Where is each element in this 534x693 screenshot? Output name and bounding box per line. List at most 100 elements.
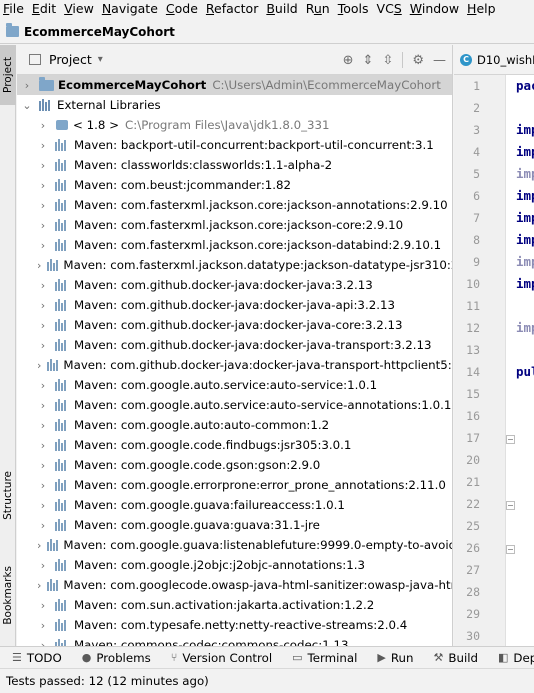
expand-all-icon[interactable]: ⇕ bbox=[363, 53, 374, 68]
menu-tools[interactable]: Tools bbox=[335, 0, 374, 17]
chevron-right-icon[interactable]: › bbox=[37, 619, 49, 632]
menu-build[interactable]: Build bbox=[263, 0, 302, 17]
tree-row-maven-library[interactable]: › Maven: com.fasterxml.jackson.core:jacks… bbox=[17, 235, 452, 255]
tree-row-maven-library[interactable]: › Maven: com.google.j2objc:j2objc-annotat… bbox=[17, 555, 452, 575]
tree-row-maven-library[interactable]: › Maven: com.sun.activation:jakarta.activ… bbox=[17, 595, 452, 615]
maven-library-icon bbox=[55, 279, 69, 291]
tool-window-todo[interactable]: ☰ TODO bbox=[12, 651, 62, 665]
editor-tab[interactable]: C D10_wishL bbox=[460, 53, 534, 67]
chevron-right-icon[interactable]: › bbox=[37, 279, 49, 292]
maven-library-icon bbox=[55, 479, 69, 491]
chevron-right-icon[interactable]: › bbox=[37, 559, 49, 572]
tree-row-jdk[interactable]: › < 1.8 > C:\Program Files\Java\jdk1.8.0… bbox=[17, 115, 452, 135]
status-text[interactable]: Tests passed: 12 (12 minutes ago) bbox=[6, 674, 209, 688]
tool-window-build[interactable]: ⚒ Build bbox=[434, 651, 479, 665]
locate-icon[interactable]: ⊕ bbox=[343, 53, 354, 68]
chevron-right-icon[interactable]: › bbox=[37, 119, 49, 132]
maven-library-label: Maven: com.googlecode.owasp-java-html-sa… bbox=[63, 578, 453, 592]
project-panel-title[interactable]: Project bbox=[49, 52, 92, 67]
maven-library-label: Maven: com.google.auto:auto-common:1.2 bbox=[74, 418, 330, 432]
menu-file[interactable]: File bbox=[0, 0, 29, 17]
chevron-right-icon[interactable]: › bbox=[37, 519, 49, 532]
maven-library-icon bbox=[55, 599, 69, 611]
tree-row-maven-library[interactable]: › Maven: com.google.guava:failureaccess:1… bbox=[17, 495, 452, 515]
chevron-right-icon[interactable]: › bbox=[37, 459, 49, 472]
tree-row-maven-library[interactable]: › Maven: classworlds:classworlds:1.1-alph… bbox=[17, 155, 452, 175]
chevron-right-icon[interactable]: › bbox=[37, 399, 49, 412]
chevron-right-icon[interactable]: › bbox=[37, 439, 49, 452]
tree-row-maven-library[interactable]: › Maven: com.github.docker-java:docker-ja… bbox=[17, 335, 452, 355]
menu-navigate[interactable]: Navigate bbox=[99, 0, 163, 17]
chevron-right-icon[interactable]: › bbox=[37, 639, 49, 647]
menu-view[interactable]: View bbox=[61, 0, 99, 17]
tool-window-bar: ☰ TODO ● Problems ⑂ Version Control ▭ Terminal ▶… bbox=[0, 646, 534, 668]
menu-refactor[interactable]: Refactor bbox=[203, 0, 263, 17]
tool-window-dependencies[interactable]: ◧ Dep bbox=[498, 651, 534, 665]
chevron-right-icon[interactable]: › bbox=[37, 499, 49, 512]
tree-row-maven-library[interactable]: › Maven: com.google.code.gson:gson:2.9.0 bbox=[17, 455, 452, 475]
chevron-down-icon[interactable]: ⌄ bbox=[21, 99, 33, 112]
tree-row-maven-library[interactable]: › Maven: backport-util-concurrent:backpor… bbox=[17, 135, 452, 155]
chevron-right-icon[interactable]: › bbox=[37, 179, 49, 192]
chevron-right-icon[interactable]: › bbox=[37, 239, 49, 252]
menu-run[interactable]: Run bbox=[303, 0, 335, 17]
side-tab-bookmarks[interactable]: Bookmarks bbox=[0, 555, 16, 635]
tree-row-maven-library[interactable]: › Maven: com.beust:jcommander:1.82 bbox=[17, 175, 452, 195]
menu-help[interactable]: Help bbox=[464, 0, 501, 17]
maven-library-label: Maven: com.google.code.findbugs:jsr305:3… bbox=[74, 438, 352, 452]
tree-row-maven-library[interactable]: › Maven: com.googlecode.owasp-java-html-s… bbox=[17, 575, 452, 595]
chevron-right-icon[interactable]: › bbox=[37, 359, 41, 372]
chevron-right-icon[interactable]: › bbox=[37, 339, 49, 352]
tree-row-maven-library[interactable]: › Maven: com.github.docker-java:docker-ja… bbox=[17, 275, 452, 295]
chevron-right-icon[interactable]: › bbox=[37, 319, 49, 332]
chevron-right-icon[interactable]: › bbox=[37, 539, 41, 552]
side-tab-project[interactable]: Project bbox=[0, 45, 16, 105]
chevron-down-icon[interactable]: ▾ bbox=[98, 54, 103, 65]
tool-window-terminal[interactable]: ▭ Terminal bbox=[292, 651, 357, 665]
tree-row-project-root[interactable]: › EcommerceMayCohort C:\Users\Admin\Ecom… bbox=[17, 75, 452, 95]
chevron-right-icon[interactable]: › bbox=[37, 299, 49, 312]
tree-row-maven-library[interactable]: › Maven: com.google.guava:guava:31.1-jre bbox=[17, 515, 452, 535]
tree-row-maven-library[interactable]: › Maven: com.google.auto:auto-common:1.2 bbox=[17, 415, 452, 435]
chevron-right-icon[interactable]: › bbox=[37, 159, 49, 172]
tree-row-maven-library[interactable]: › Maven: com.typesafe.netty:netty-reactiv… bbox=[17, 615, 452, 635]
maven-library-icon bbox=[55, 519, 69, 531]
menu-vcs[interactable]: VCS bbox=[374, 0, 407, 17]
tree-row-maven-library[interactable]: › Maven: com.fasterxml.jackson.datatype:j… bbox=[17, 255, 452, 275]
chevron-right-icon[interactable]: › bbox=[37, 219, 49, 232]
code-area[interactable]: pac imp imp imp imp imp imp imp imp imp pul bbox=[454, 75, 534, 646]
hide-icon[interactable]: — bbox=[433, 53, 446, 68]
chevron-right-icon[interactable]: › bbox=[37, 419, 49, 432]
tree-row-maven-library[interactable]: › Maven: com.fasterxml.jackson.core:jacks… bbox=[17, 195, 452, 215]
tree-row-maven-library[interactable]: › Maven: com.github.docker-java:docker-ja… bbox=[17, 315, 452, 335]
tree-row-external-libraries[interactable]: ⌄ External Libraries bbox=[17, 95, 452, 115]
tree-row-maven-library[interactable]: › Maven: commons-codec:commons-codec:1.13 bbox=[17, 635, 452, 646]
side-tab-structure[interactable]: Structure bbox=[0, 465, 16, 525]
tool-window-version-control[interactable]: ⑂ Version Control bbox=[171, 651, 272, 665]
chevron-right-icon[interactable]: › bbox=[37, 139, 49, 152]
breadcrumb-project[interactable]: EcommerceMayCohort bbox=[24, 25, 175, 39]
tool-window-problems[interactable]: ● Problems bbox=[82, 651, 151, 665]
project-root-path: C:\Users\Admin\EcommerceMayCohort bbox=[212, 78, 441, 92]
tree-row-maven-library[interactable]: › Maven: com.google.auto.service:auto-ser… bbox=[17, 375, 452, 395]
tool-window-run[interactable]: ▶ Run bbox=[377, 651, 413, 665]
gear-icon[interactable]: ⚙ bbox=[412, 53, 424, 68]
tree-row-maven-library[interactable]: › Maven: com.google.code.findbugs:jsr305:… bbox=[17, 435, 452, 455]
tree-row-maven-library[interactable]: › Maven: com.github.docker-java:docker-ja… bbox=[17, 355, 452, 375]
chevron-right-icon[interactable]: › bbox=[37, 379, 49, 392]
tree-row-maven-library[interactable]: › Maven: com.google.guava:listenablefutur… bbox=[17, 535, 452, 555]
chevron-right-icon[interactable]: › bbox=[37, 199, 49, 212]
tree-row-maven-library[interactable]: › Maven: com.fasterxml.jackson.core:jacks… bbox=[17, 215, 452, 235]
chevron-right-icon[interactable]: › bbox=[37, 599, 49, 612]
tree-row-maven-library[interactable]: › Maven: com.github.docker-java:docker-ja… bbox=[17, 295, 452, 315]
chevron-right-icon[interactable]: › bbox=[37, 579, 41, 592]
menu-window[interactable]: Window bbox=[407, 0, 464, 17]
chevron-right-icon[interactable]: › bbox=[37, 479, 49, 492]
menu-code[interactable]: Code bbox=[163, 0, 203, 17]
chevron-right-icon[interactable]: › bbox=[37, 259, 41, 272]
tree-row-maven-library[interactable]: › Maven: com.google.auto.service:auto-ser… bbox=[17, 395, 452, 415]
chevron-right-icon[interactable]: › bbox=[21, 79, 33, 92]
collapse-all-icon[interactable]: ⇳ bbox=[382, 53, 393, 68]
menu-edit[interactable]: Edit bbox=[29, 0, 61, 17]
tree-row-maven-library[interactable]: › Maven: com.google.errorprone:error_pron… bbox=[17, 475, 452, 495]
